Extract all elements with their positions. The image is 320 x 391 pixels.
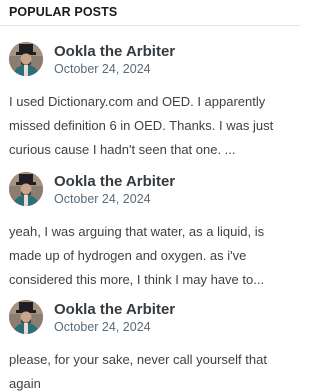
post-excerpt[interactable]: I used Dictionary.com and OED. I apparen… xyxy=(9,90,293,162)
widget-header: POPULAR POSTS xyxy=(0,0,300,26)
widget-title: POPULAR POSTS xyxy=(9,5,118,19)
excerpt-line: I used Dictionary.com and OED. I apparen… xyxy=(9,94,266,109)
popular-posts-widget: POPULAR POSTS Ookla the Arbiter October … xyxy=(0,0,300,391)
excerpt-line: yeah, I was arguing that water, as a liq… xyxy=(9,224,265,239)
user-avatar-icon[interactable] xyxy=(9,42,43,76)
post-date[interactable]: October 24, 2024 xyxy=(54,62,151,76)
post-author-link[interactable]: Ookla the Arbiter xyxy=(54,43,175,60)
post-author-link[interactable]: Ookla the Arbiter xyxy=(54,301,175,318)
header-divider xyxy=(0,25,300,26)
user-avatar-icon[interactable] xyxy=(9,172,43,206)
excerpt-line: missed definition 6 in OED. Thanks. I wa… xyxy=(9,118,274,133)
user-avatar-icon[interactable] xyxy=(9,300,43,334)
post-date[interactable]: October 24, 2024 xyxy=(54,320,151,334)
excerpt-line: curious cause I hadn't seen that one. ..… xyxy=(9,142,236,157)
excerpt-line: again xyxy=(9,376,41,391)
post-excerpt[interactable]: yeah, I was arguing that water, as a liq… xyxy=(9,220,293,292)
post-author-link[interactable]: Ookla the Arbiter xyxy=(54,173,175,190)
excerpt-line: please, for your sake, never call yourse… xyxy=(9,352,267,367)
post-excerpt[interactable]: please, for your sake, never call yourse… xyxy=(9,348,293,391)
excerpt-line: considered this more, I think I may have… xyxy=(9,272,265,287)
excerpt-line: made up of hydrogen and oxygen. as i've xyxy=(9,248,247,263)
post-date[interactable]: October 24, 2024 xyxy=(54,192,151,206)
